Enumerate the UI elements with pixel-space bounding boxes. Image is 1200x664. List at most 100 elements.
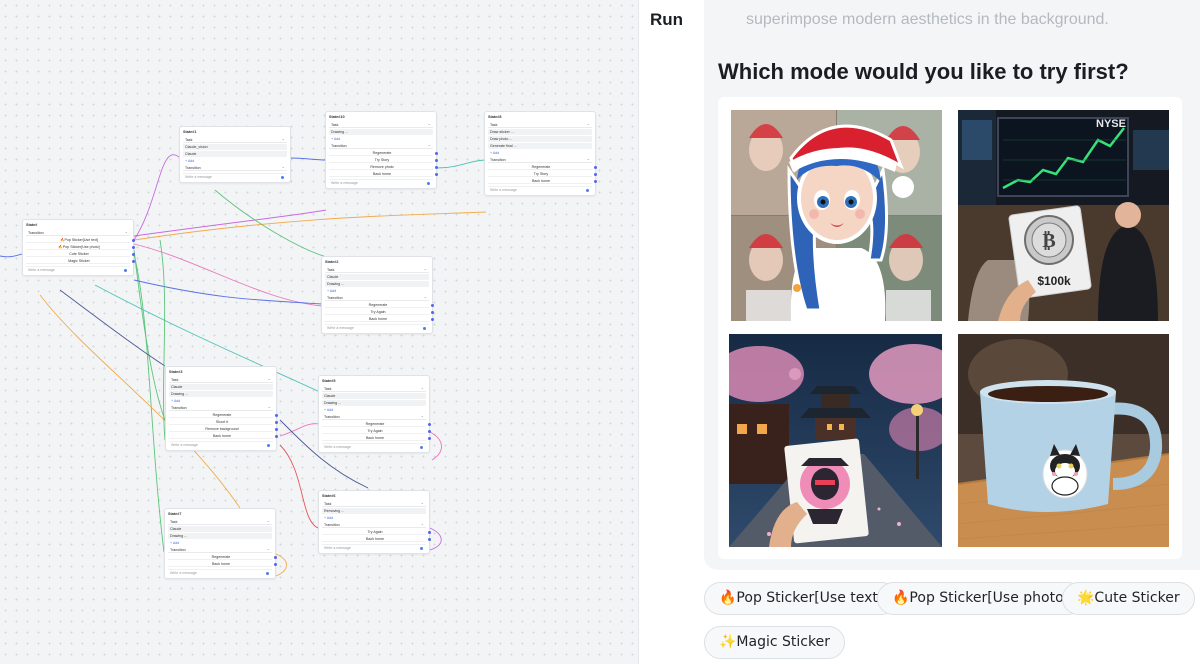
node-message-input[interactable]: Write a message (329, 179, 433, 185)
node-select[interactable]: Transition (325, 294, 429, 301)
node-select[interactable]: Transition (322, 413, 426, 420)
node-field: Drawing ... (329, 129, 433, 135)
node-select[interactable]: Transition (488, 156, 592, 163)
workflow-edge (0, 253, 23, 258)
previous-message-text: superimpose modern aesthetics in the bac… (746, 11, 1109, 28)
node-select[interactable]: Transition (168, 546, 272, 553)
node-title: State#7 (168, 512, 182, 516)
node-select[interactable]: Transition (183, 164, 287, 171)
node-add-button[interactable]: + Add (322, 515, 426, 521)
ninja-pagoda-sticker-image (729, 334, 942, 547)
node-select[interactable]: Task (488, 121, 592, 128)
node-select[interactable]: Transition (169, 404, 273, 411)
pop-sticker-photo-button[interactable]: 🔥Pop Sticker[Use photo] (877, 582, 1085, 615)
node-add-button[interactable]: + Add (168, 540, 272, 546)
node-transition-option: 🔥Pop Sticker[Use photo] (26, 244, 135, 250)
node-transition-option: Try Again (322, 428, 431, 434)
magic-sticker-button[interactable]: ✨Magic Sticker (704, 626, 845, 659)
workflow-edge (279, 444, 319, 529)
node-message-input[interactable]: Write a message (168, 569, 272, 575)
workflow-node-state10[interactable]: State#10 TaskDrawing ...+ AddTransitionRe… (325, 111, 438, 189)
node-message-input[interactable]: Write a message (325, 324, 429, 330)
node-select[interactable]: Transition (329, 142, 433, 149)
svg-text:₿: ₿ (1042, 230, 1055, 252)
workflow-canvas[interactable]: State#Transition🔥Pop Sticker[Use text]🔥P… (0, 0, 638, 664)
node-transition-option: Shoot it (169, 419, 278, 425)
run-panel: Run superimpose modern aesthetics in the… (638, 0, 1200, 664)
workflow-edge (133, 209, 327, 237)
node-field: Drawing ... (322, 400, 426, 406)
question-text: Which mode would you like to try first? (718, 59, 1129, 84)
node-field: Generate final ... (488, 143, 592, 149)
node-field: Claude (168, 526, 272, 532)
workflow-node-state8[interactable]: State#8 TaskDraw sticker ...Draw photo ..… (484, 111, 597, 196)
workflow-node-state1[interactable]: State#1 TaskClaude_visionClaude+ AddTrans… (179, 126, 291, 183)
workflow-node-state2[interactable]: State#2 TaskClaudeDrawing ...+ AddTransit… (321, 256, 434, 334)
workflow-edge (275, 553, 287, 577)
node-add-button[interactable]: + Add (169, 398, 273, 404)
workflow-node-state6[interactable]: State#6 TaskRemoving ...+ AddTransitionTr… (318, 490, 431, 554)
node-add-button[interactable]: + Add (329, 136, 433, 142)
node-select[interactable]: Task (183, 136, 287, 143)
node-add-button[interactable]: + Add (325, 288, 429, 294)
node-message-input[interactable]: Write a message (322, 544, 426, 550)
node-field: Drawing ... (169, 391, 273, 397)
node-transition-option: Magic Sticker (26, 258, 135, 264)
node-transition-option: Back home (322, 435, 431, 441)
workflow-edge (133, 279, 323, 305)
node-field: Drawing ... (325, 281, 429, 287)
node-select[interactable]: Transition (322, 521, 426, 528)
node-title: State#1 (183, 130, 197, 134)
node-transition-option: Try Again (325, 309, 434, 315)
node-transition-option: Regenerate (488, 164, 597, 170)
sticker-examples-grid: NYSE ₿ $100k (718, 97, 1182, 559)
workflow-edge (289, 157, 327, 161)
node-transition-option: Remove background (169, 426, 278, 432)
node-select[interactable]: Transition (26, 229, 130, 236)
node-title: State#6 (322, 494, 336, 498)
bitcoin-stock-exchange-sticker-image: NYSE ₿ $100k (958, 110, 1169, 321)
node-message-input[interactable]: Write a message (169, 441, 273, 447)
node-transition-option: Back home (169, 433, 278, 439)
workflow-node-state3[interactable]: State#3 TaskClaudeDrawing ...+ AddTransit… (165, 366, 278, 451)
node-message-input[interactable]: Write a message (26, 266, 130, 272)
node-transition-option: Cute Sticker (26, 251, 135, 257)
node-message-input[interactable]: Write a message (488, 186, 592, 192)
node-transition-option: Regenerate (329, 150, 438, 156)
christmas-girl-sticker-image (731, 110, 942, 321)
node-add-button[interactable]: + Add (322, 407, 426, 413)
workflow-edge (133, 211, 487, 241)
workflow-node-state7[interactable]: State#7 TaskClaudeDrawing ...+ AddTransit… (164, 508, 277, 579)
node-transition-option: Back home (322, 536, 431, 542)
workflow-edge (436, 159, 487, 169)
node-select[interactable]: Task (168, 518, 272, 525)
bot-message-bubble: superimpose modern aesthetics in the bac… (704, 0, 1200, 570)
node-add-button[interactable]: + Add (183, 158, 287, 164)
node-field: Draw photo ... (488, 136, 592, 142)
node-select[interactable]: Task (322, 500, 426, 507)
node-message-input[interactable]: Write a message (322, 443, 426, 449)
node-select[interactable]: Task (325, 266, 429, 273)
node-title: State#3 (169, 370, 183, 374)
workflow-edge (429, 431, 442, 461)
pop-sticker-text-button[interactable]: 🔥Pop Sticker[Use text] (704, 582, 899, 615)
node-select[interactable]: Task (329, 121, 433, 128)
node-title: State# (26, 223, 38, 227)
node-select[interactable]: Task (169, 376, 273, 383)
node-select[interactable]: Task (322, 385, 426, 392)
node-transition-option: Back home (329, 171, 438, 177)
workflow-edge (429, 527, 442, 551)
workflow-edge (214, 189, 331, 259)
workflow-node-state5[interactable]: State#5 TaskClaudeDrawing ...+ AddTransit… (318, 375, 431, 453)
node-transition-option: Regenerate (322, 421, 431, 427)
cute-sticker-button[interactable]: 🌟Cute Sticker (1062, 582, 1195, 615)
node-message-input[interactable]: Write a message (183, 173, 287, 179)
node-transition-option: Regenerate (168, 554, 277, 560)
workflow-node-state0[interactable]: State# Transition🔥Pop Sticker[Use text]🔥P… (22, 219, 135, 276)
node-field: Claude (322, 393, 426, 399)
node-add-button[interactable]: + Add (488, 150, 592, 156)
workflow-edge (133, 154, 181, 241)
node-title: State#10 (329, 115, 345, 119)
node-transition-option: Try Story (488, 171, 597, 177)
node-field: Draw sticker ... (488, 129, 592, 135)
